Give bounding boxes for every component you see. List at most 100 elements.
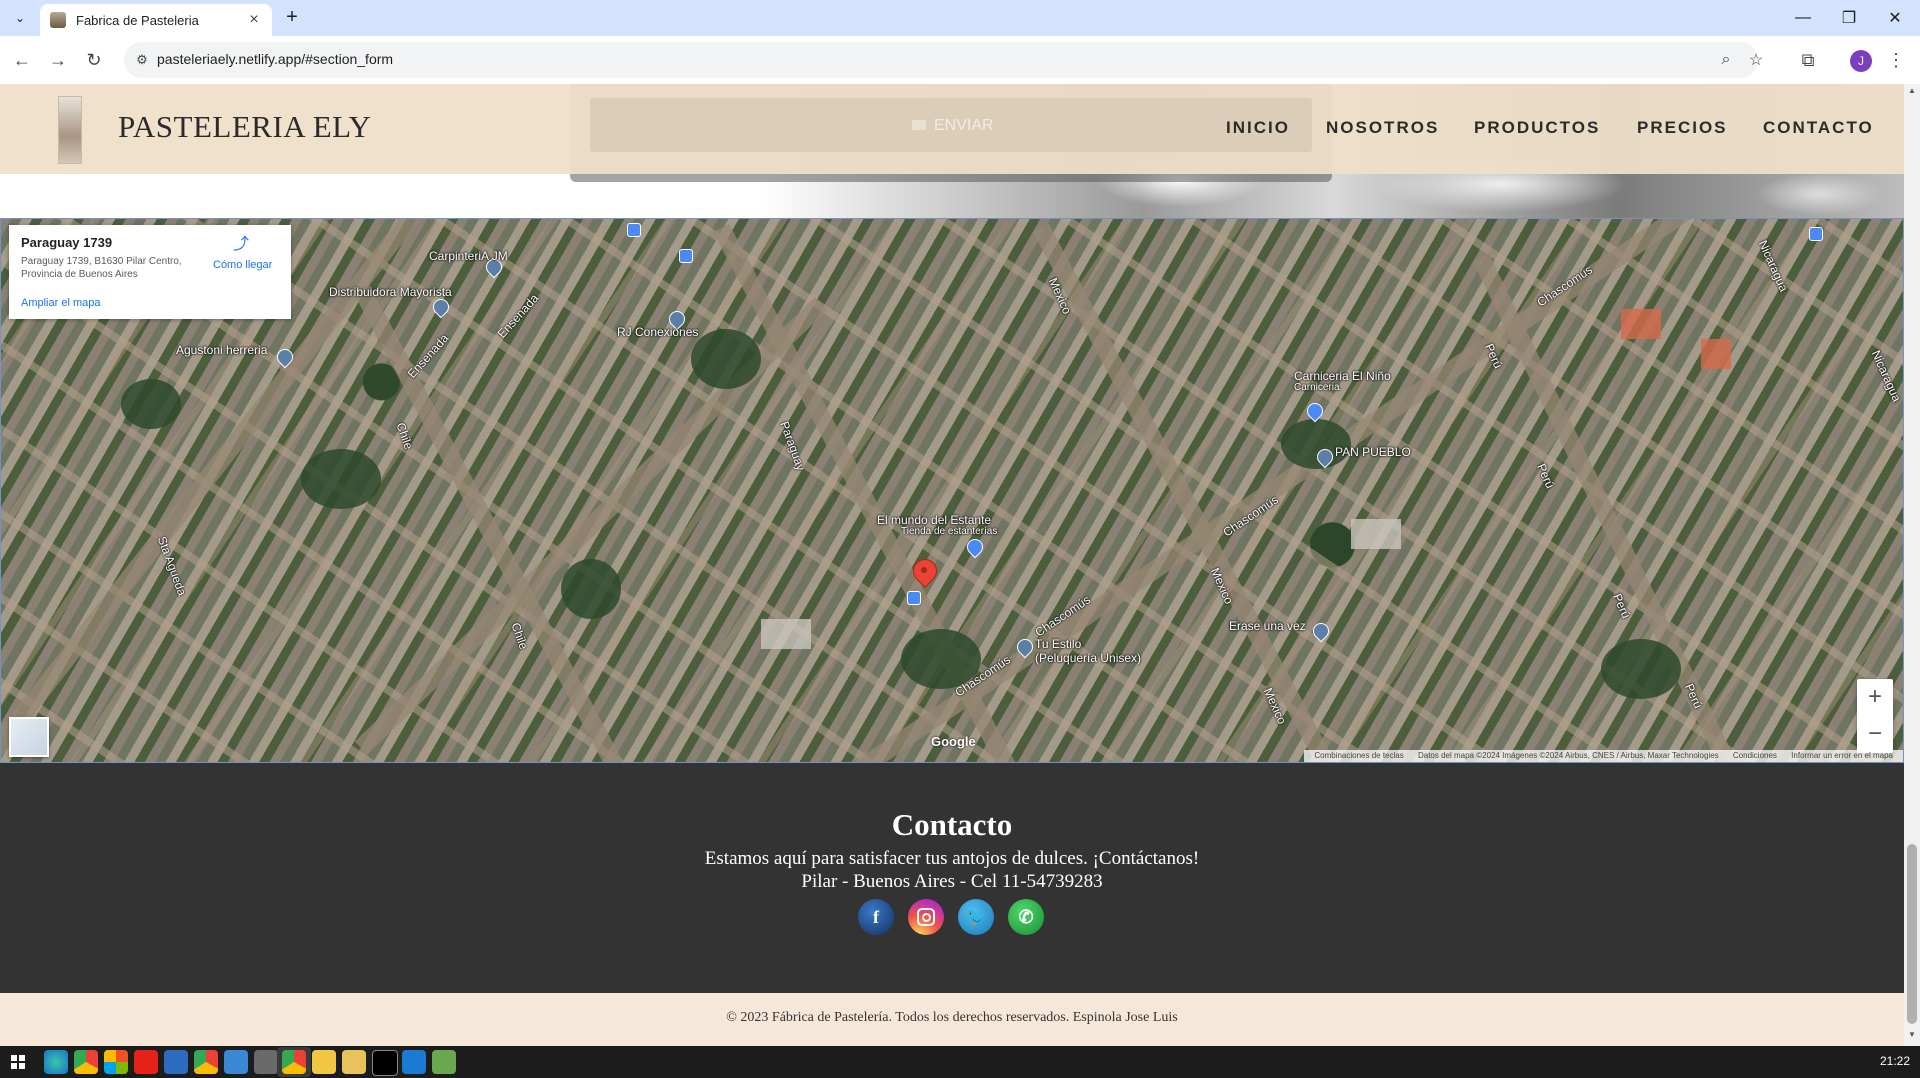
transit-stop-icon[interactable] (1809, 227, 1823, 241)
tree (691, 329, 761, 389)
enlarge-map-link[interactable]: Ampliar el mapa (21, 297, 100, 309)
place-label[interactable]: Distribuidora Mayorista (329, 285, 452, 299)
site-header: PASTELERIA ELY ENVIAR INICIO NOSOTROS PR… (0, 84, 1904, 174)
store-icon[interactable] (104, 1050, 128, 1074)
roof (1701, 339, 1731, 369)
transit-stop-icon[interactable] (627, 223, 641, 237)
place-address: Paraguay 1739, B1630 Pilar Centro, Provi… (21, 256, 182, 280)
facebook-icon[interactable]: f (858, 899, 894, 935)
nav-productos[interactable]: PRODUCTOS (1474, 118, 1600, 138)
nav-inicio[interactable]: INICIO (1226, 118, 1290, 138)
edge-icon[interactable] (44, 1050, 68, 1074)
nav-nosotros[interactable]: NOSOTROS (1326, 118, 1439, 138)
close-window-button[interactable]: ✕ (1872, 0, 1918, 36)
remote-desktop-icon[interactable] (224, 1050, 248, 1074)
logo-icon[interactable] (58, 96, 82, 164)
site-footer: © 2023 Fábrica de Pastelería. Todos los … (0, 993, 1904, 1046)
tab-title: Fabrica de Pasteleria (76, 12, 199, 28)
app-icon[interactable] (164, 1050, 188, 1074)
forward-button[interactable]: → (44, 46, 72, 74)
tab-search-button[interactable]: ⌄ (8, 6, 32, 30)
terms-link[interactable]: Condiciones (1733, 751, 1777, 760)
system-clock[interactable]: 21:22 (1880, 1054, 1910, 1068)
file-explorer-icon[interactable] (312, 1050, 336, 1074)
git-icon[interactable] (342, 1050, 366, 1074)
transit-stop-icon[interactable] (679, 249, 693, 263)
street-label: Chile (393, 420, 416, 452)
place-label[interactable]: RJ Conexiones (617, 325, 698, 339)
site-favicon-icon (50, 12, 66, 28)
place-pin-icon[interactable] (429, 295, 453, 319)
contact-location: Pilar - Buenos Aires - Cel 11-54739283 (801, 871, 1103, 892)
zoom-icon[interactable]: ⌕ (1714, 48, 1738, 72)
street-label: Ensenada (404, 331, 452, 381)
send-label[interactable]: ENVIAR (934, 117, 994, 135)
place-pin-icon[interactable] (963, 535, 987, 559)
profile-avatar[interactable]: J (1850, 50, 1872, 72)
page-scrollbar[interactable]: ▲ ▼ (1904, 84, 1920, 1046)
street-label: Perú (1682, 681, 1706, 711)
windows-start-icon[interactable] (11, 1055, 25, 1069)
place-label[interactable]: Carniceria El Niño (1294, 369, 1391, 383)
tree (121, 379, 181, 429)
new-tab-button[interactable]: + (280, 6, 304, 30)
app-icon[interactable] (432, 1050, 456, 1074)
address-bar[interactable]: ⚙ pasteleriaely.netlify.app/#section_for… (124, 42, 1763, 78)
site-info-icon[interactable]: ⚙ (132, 50, 152, 70)
page-viewport: PASTELERIA ELY ENVIAR INICIO NOSOTROS PR… (0, 84, 1904, 1046)
scroll-down-icon[interactable]: ▼ (1904, 1030, 1920, 1044)
close-tab-icon[interactable]: × (244, 10, 264, 30)
os-taskbar: 21:22 (0, 1046, 1920, 1078)
bookmark-star-icon[interactable]: ☆ (1744, 48, 1768, 72)
vscode-icon[interactable] (402, 1050, 426, 1074)
instagram-icon[interactable] (908, 899, 944, 935)
transit-stop-icon[interactable] (907, 591, 921, 605)
place-pin-icon[interactable] (1309, 619, 1333, 643)
street-label: Perú (1610, 591, 1634, 621)
whatsapp-icon[interactable]: ✆ (1008, 899, 1044, 935)
restore-button[interactable]: ❐ (1826, 0, 1872, 36)
nav-contacto[interactable]: CONTACTO (1763, 118, 1874, 138)
nav-precios[interactable]: PRECIOS (1637, 118, 1728, 138)
browser-menu-icon[interactable]: ⋮ (1882, 46, 1910, 74)
scroll-up-icon[interactable]: ▲ (1904, 86, 1920, 100)
tab-strip: ⌄ Fabrica de Pasteleria × + — ❐ ✕ (0, 0, 1920, 36)
place-label[interactable]: PAN PUEBLO (1335, 445, 1411, 459)
chrome-profile-icon[interactable] (194, 1050, 218, 1074)
contact-tagline: Estamos aquí para satisfacer tus antojos… (704, 848, 1200, 869)
directions-link[interactable]: Cómo llegar (213, 259, 272, 271)
intellij-icon[interactable] (372, 1050, 398, 1076)
place-label[interactable]: CarpinteriA JM (429, 249, 508, 263)
directions-icon[interactable]: ⤴ (233, 237, 249, 253)
place-label[interactable]: Agustoni herreria (176, 343, 267, 357)
place-label[interactable]: Erase una vez (1229, 619, 1306, 633)
twitter-icon[interactable]: 🐦 (958, 899, 994, 935)
marker-dot (921, 567, 927, 573)
browser-tab[interactable]: Fabrica de Pasteleria × (40, 4, 272, 36)
chrome-active-icon[interactable] (282, 1050, 306, 1074)
place-label[interactable]: Tu Estilo (1035, 637, 1081, 651)
google-logo: Google (931, 734, 976, 749)
keyboard-shortcuts-link[interactable]: Combinaciones de teclas (1314, 751, 1403, 760)
google-map[interactable]: Ensenada Ensenada Chile Chile Paraguay M… (0, 218, 1904, 763)
extensions-icon[interactable]: ⧉ (1794, 46, 1822, 74)
place-label[interactable]: El mundo del Estante (877, 513, 991, 527)
scroll-thumb[interactable] (1907, 844, 1917, 1024)
brand-title[interactable]: PASTELERIA ELY (118, 109, 371, 145)
map-attribution: Combinaciones de teclas Datos del mapa ©… (1304, 750, 1903, 762)
chrome-icon[interactable] (74, 1050, 98, 1074)
calculator-icon[interactable] (254, 1050, 278, 1074)
browser-toolbar: ← → ↻ ⚙ pasteleriaely.netlify.app/#secti… (0, 36, 1920, 84)
reload-button[interactable]: ↻ (80, 46, 108, 74)
report-error-link[interactable]: Informar un error en el mapa (1791, 751, 1893, 760)
zoom-in-button[interactable]: + (1857, 679, 1893, 715)
url-text[interactable]: pasteleriaely.netlify.app/#section_form (157, 51, 393, 67)
back-button[interactable]: ← (8, 46, 36, 74)
youtube-icon[interactable] (134, 1050, 158, 1074)
tree (301, 449, 381, 509)
street-label: Perú (1534, 461, 1558, 491)
map-data-credit: Datos del mapa ©2024 Imágenes ©2024 Airb… (1417, 751, 1719, 760)
minimize-button[interactable]: — (1780, 0, 1826, 36)
zoom-out-button[interactable]: − (1857, 717, 1893, 753)
map-type-toggle[interactable] (9, 717, 49, 757)
